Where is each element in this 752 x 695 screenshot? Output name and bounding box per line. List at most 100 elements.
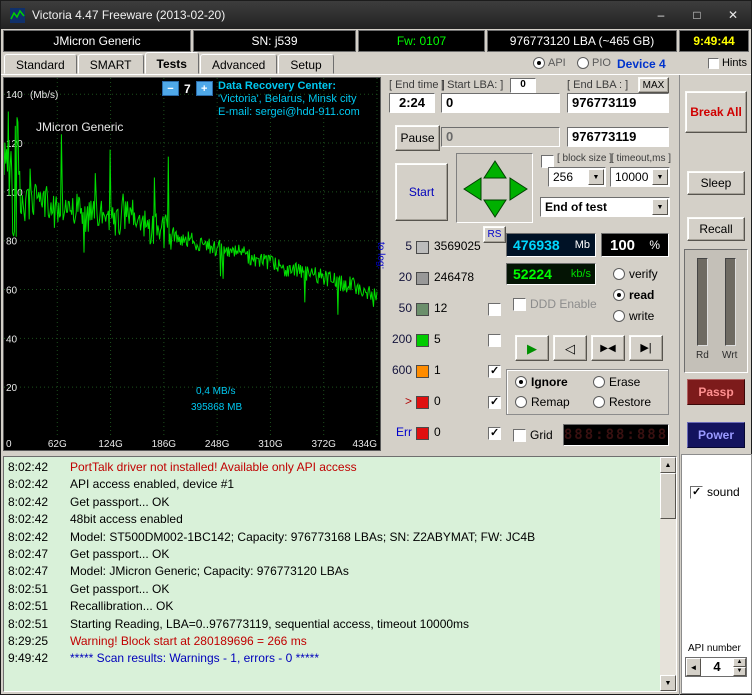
action-ignore-option[interactable]: Ignore	[515, 375, 568, 389]
mode-write-label: write	[629, 309, 655, 323]
speed-unit: kb/s	[570, 268, 591, 280]
current-lba-field[interactable]: 976773119	[567, 127, 669, 147]
block-size-combo[interactable]: 256	[548, 167, 606, 187]
tab-smart[interactable]: SMART	[77, 54, 144, 74]
bucket-log-checkbox[interactable]	[488, 395, 501, 409]
rd-slider-track[interactable]	[697, 258, 708, 346]
sound-option[interactable]: sound	[690, 485, 740, 499]
ddd-enable-checkbox[interactable]	[513, 297, 526, 311]
start-button[interactable]: Start	[395, 163, 448, 221]
end-action-value: End of test	[545, 200, 607, 214]
jog-left-icon[interactable]	[463, 177, 482, 201]
passp-button[interactable]: Passp	[687, 379, 745, 405]
mode-read-radio[interactable]	[613, 289, 625, 301]
bucket-log-checkbox[interactable]	[488, 426, 501, 440]
tab-tests[interactable]: Tests	[144, 52, 199, 74]
banner-line-2: 'Victoria', Belarus, Minsk city	[218, 93, 357, 105]
power-button[interactable]: Power	[687, 422, 745, 448]
mb-progress-display: 476938 Mb	[506, 233, 596, 257]
pause-button[interactable]: Pause	[395, 125, 440, 151]
sleep-button[interactable]: Sleep	[687, 171, 745, 195]
log-line: 8:02:47 Get passport... OK	[8, 547, 170, 562]
api-number-decrement-button[interactable]: ◄	[686, 658, 701, 676]
close-button[interactable]: ✕	[715, 1, 751, 29]
recall-button[interactable]: Recall	[687, 217, 745, 241]
hints-option[interactable]: Hints	[707, 57, 747, 69]
end-action-combo[interactable]: End of test	[540, 197, 670, 217]
tab-bar: Standard SMART Tests Advanced Setup API PIO …	[1, 52, 751, 75]
dropdown-arrow-icon[interactable]	[652, 199, 668, 215]
mode-read-option[interactable]: read	[613, 288, 654, 302]
action-remap-option[interactable]: Remap	[515, 395, 570, 409]
dropdown-arrow-icon[interactable]	[588, 169, 604, 185]
log-scrollbar[interactable]	[660, 457, 676, 691]
end-lba-field[interactable]: 976773119	[567, 93, 669, 113]
jog-right-icon[interactable]	[509, 177, 528, 201]
sidebar: Break All Sleep Recall Rd Wrt Passp Powe…	[679, 75, 752, 695]
action-erase-radio[interactable]	[593, 376, 605, 388]
tests-panel: 140 120 100 80 60 40 20 (Mb/s) 0 62G 124G 186G 248G 3…	[1, 75, 752, 453]
tab-setup[interactable]: Setup	[278, 54, 334, 74]
sound-checkbox[interactable]	[690, 485, 703, 499]
reverse-button[interactable]: ◁	[553, 335, 587, 361]
break-all-button[interactable]: Break All	[685, 91, 747, 133]
dropdown-arrow-icon[interactable]	[652, 169, 668, 185]
app-icon	[10, 7, 25, 23]
title-bar[interactable]: Victoria 4.47 Freeware (2013-02-20) – □ …	[1, 1, 751, 29]
jog-down-icon[interactable]	[483, 199, 507, 218]
wrt-slider-track[interactable]	[725, 258, 736, 346]
mode-verify-radio[interactable]	[613, 268, 625, 280]
jog-up-icon[interactable]	[483, 160, 507, 179]
start-lba-spinbox[interactable]: 0	[510, 78, 536, 93]
api-mode-option[interactable]: API	[533, 57, 566, 69]
seek-end-button[interactable]: ▶|	[629, 335, 663, 361]
api-number-down-button[interactable]: ▼	[733, 667, 746, 676]
mode-write-radio[interactable]	[613, 310, 625, 322]
action-erase-option[interactable]: Erase	[593, 375, 640, 389]
seek-meet-button[interactable]: ▶◀	[591, 335, 625, 361]
graph-scale-value: 7	[184, 81, 191, 96]
play-button[interactable]: ▶	[515, 335, 549, 361]
bucket-count: 12	[434, 301, 448, 315]
bucket-log-checkbox[interactable]	[488, 303, 501, 316]
hints-checkbox[interactable]	[707, 57, 719, 69]
mode-verify-option[interactable]: verify	[613, 267, 658, 281]
start-lba-field[interactable]: 0	[441, 93, 560, 113]
graph-scale-plus-button[interactable]: +	[195, 81, 213, 96]
action-restore-radio[interactable]	[593, 396, 605, 408]
grid-checkbox[interactable]	[513, 428, 526, 442]
api-number-value[interactable]: 4	[701, 658, 733, 676]
percent-unit: %	[649, 238, 660, 252]
end-time-field[interactable]: 2:24	[389, 93, 435, 113]
action-remap-radio[interactable]	[515, 396, 527, 408]
action-ignore-radio[interactable]	[515, 376, 527, 388]
mode-write-option[interactable]: write	[613, 309, 654, 323]
scroll-thumb[interactable]	[660, 473, 676, 519]
mode-read-label: read	[629, 288, 655, 302]
graph-scale-minus-button[interactable]: −	[162, 81, 179, 96]
tab-standard[interactable]: Standard	[4, 54, 77, 74]
scroll-up-icon[interactable]	[660, 457, 676, 473]
tab-advanced[interactable]: Advanced	[199, 54, 278, 74]
bucket-log-checkbox[interactable]	[488, 364, 501, 378]
grid-option[interactable]: Grid	[513, 428, 553, 442]
timeout-combo[interactable]: 10000	[610, 167, 670, 187]
pio-mode-option[interactable]: PIO	[577, 57, 611, 69]
pio-radio[interactable]	[577, 57, 589, 69]
api-number-up-button[interactable]: ▲	[733, 658, 746, 667]
ddd-enable-option[interactable]: DDD Enable	[513, 297, 597, 311]
svg-text:62G: 62G	[48, 439, 67, 450]
block-timer-display: 888:88:888	[563, 424, 669, 446]
svg-text:(Mb/s): (Mb/s)	[30, 90, 58, 101]
graph-scale-control: − 7 +	[162, 81, 213, 96]
action-remap-label: Remap	[531, 395, 570, 409]
seek-meet-icon: ▶◀	[600, 342, 616, 354]
maximize-button[interactable]: □	[679, 1, 715, 29]
minimize-button[interactable]: –	[643, 1, 679, 29]
api-radio[interactable]	[533, 57, 545, 69]
bucket-count: 5	[434, 332, 441, 346]
scroll-down-icon[interactable]	[660, 675, 676, 691]
max-button[interactable]: MAX	[638, 77, 669, 93]
action-restore-option[interactable]: Restore	[593, 395, 651, 409]
bucket-log-checkbox[interactable]	[488, 334, 501, 347]
